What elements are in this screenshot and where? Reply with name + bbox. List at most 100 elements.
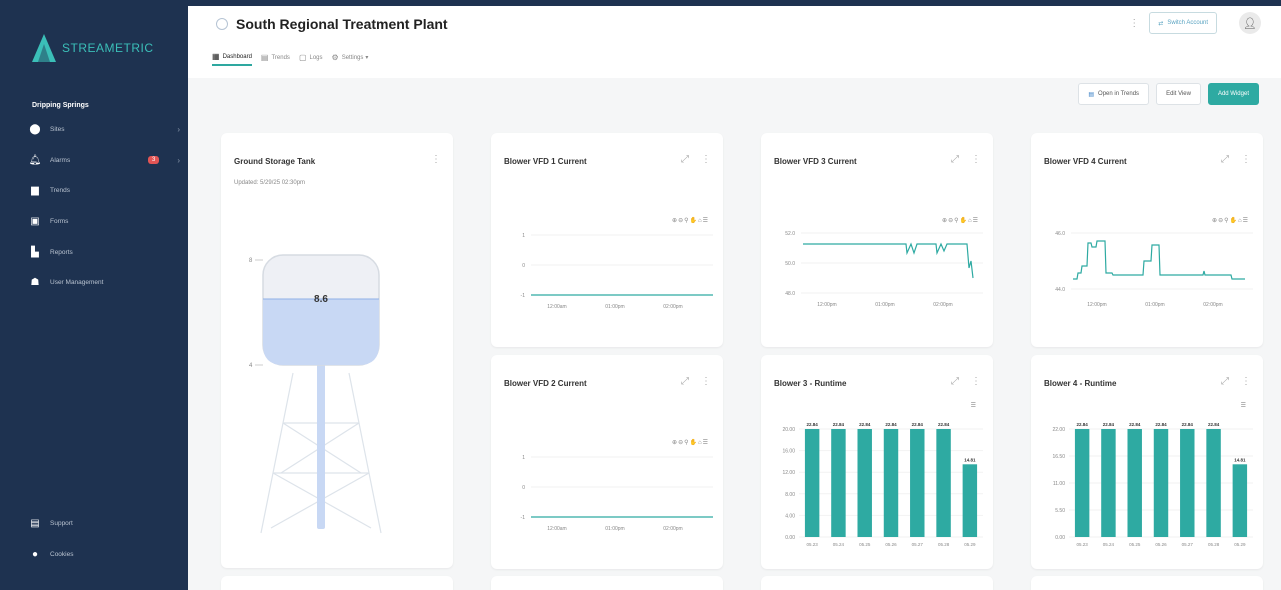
y-tick: 16.50	[1052, 454, 1065, 460]
more-menu-icon[interactable]: ⋮	[1129, 18, 1139, 29]
bar[interactable]	[1153, 429, 1169, 537]
sidebar-item-support[interactable]: ▤ Support	[30, 516, 180, 531]
widget-blower-3-runtime: Blower 3 - Runtime ⤢ ⋮ ☰ 20.00 16.00 12.00…	[761, 355, 993, 569]
y-tick: 22.00	[1052, 427, 1065, 433]
sidebar-item-alarms[interactable]: 🔔︎ Alarms 3 ›	[29, 153, 180, 168]
expand-icon[interactable]: ⤢	[681, 376, 689, 387]
tab-label: Settings	[341, 54, 364, 61]
expand-icon[interactable]: ⤢	[1221, 376, 1229, 387]
tank-level-value: 8.6	[314, 294, 328, 305]
bar[interactable]	[962, 464, 978, 537]
tab-trends[interactable]: ▤ Trends	[261, 52, 290, 66]
bar[interactable]	[1074, 429, 1090, 537]
y-tick: 8.00	[785, 492, 795, 498]
chevron-right-icon: ›	[177, 125, 180, 134]
y-tick: 5.50	[1055, 508, 1065, 514]
x-tick: 02:00pm	[1203, 302, 1222, 308]
alarm-count-badge: 3	[147, 156, 160, 165]
more-menu-icon[interactable]: ⋮	[1241, 154, 1251, 165]
trends-icon: ▤	[1088, 91, 1095, 98]
x-tick: 01:00pm	[875, 302, 894, 308]
sidebar-item-forms[interactable]: ▣ Forms	[30, 214, 180, 229]
bar[interactable]	[1232, 464, 1248, 537]
chart-menu-icon[interactable]: ☰	[1241, 402, 1247, 409]
more-menu-icon[interactable]: ⋮	[1241, 376, 1251, 387]
expand-icon[interactable]: ⤢	[681, 154, 689, 165]
more-menu-icon[interactable]: ⋮	[701, 376, 711, 387]
y-tick: 4.00	[785, 513, 795, 519]
x-tick: 01:00pm	[1145, 302, 1164, 308]
page-title: South Regional Treatment Plant	[216, 16, 448, 32]
header: South Regional Treatment Plant ▦ Dashboa…	[188, 6, 1281, 78]
sidebar-item-label: User Management	[50, 279, 104, 287]
edit-view-button[interactable]: Edit View	[1156, 83, 1201, 105]
blower-3-bar-chart: 20.00 16.00 12.00 8.00 4.00 0.00 22.84 05.23 22.…	[782, 422, 983, 547]
y-tick: 0.00	[785, 535, 795, 541]
edit-view-label: Edit View	[1166, 91, 1191, 97]
sidebar-item-trends[interactable]: ▆ Trends	[30, 183, 180, 198]
logo[interactable]: STREAMETRIC	[30, 32, 154, 64]
widget-menu: ⤢ ⋮	[939, 376, 981, 387]
sidebar-item-sites[interactable]: ⬤ Sites ›	[29, 122, 180, 137]
bar[interactable]	[1206, 429, 1221, 537]
bar-value-label: 22.84	[833, 422, 845, 427]
bar[interactable]	[936, 429, 951, 537]
expand-icon[interactable]: ⤢	[951, 154, 959, 165]
bar[interactable]	[804, 429, 820, 537]
bar[interactable]	[910, 429, 925, 537]
widget-partial	[761, 576, 993, 590]
x-tick: 12:00am	[547, 304, 566, 310]
switch-account-button[interactable]: ⇄ Switch Account	[1149, 12, 1217, 34]
add-widget-button[interactable]: Add Widget	[1207, 83, 1259, 105]
dashboard-icon: ▦	[212, 52, 220, 61]
chart-menu-icon[interactable]: ☰	[971, 402, 977, 409]
widget-blower-vfd-4-current: Blower VFD 4 Current ⤢ ⋮ ⊕⊖⚲✋⌂☰ 46.0 44.…	[1031, 133, 1263, 347]
more-menu-icon[interactable]: ⋮	[971, 376, 981, 387]
sidebar-item-cookies[interactable]: ● Cookies	[30, 547, 180, 562]
bar[interactable]	[1101, 429, 1116, 537]
y-tick: 0.00	[1055, 535, 1065, 541]
x-tick: 02:00pm	[933, 302, 952, 308]
bar[interactable]	[883, 429, 899, 537]
open-in-trends-button[interactable]: ▤ Open in Trends	[1078, 83, 1150, 105]
y-tick: 11.00	[1053, 481, 1065, 487]
widget-partial	[221, 576, 453, 590]
avatar[interactable]: 👤︎	[1239, 12, 1261, 34]
expand-icon[interactable]: ⤢	[1221, 154, 1229, 165]
bar-value-label: 14.81	[964, 457, 976, 462]
x-tick: 02:00pm	[663, 304, 682, 310]
sidebar-item-reports[interactable]: ▙ Reports	[30, 245, 180, 260]
logs-icon: ▢	[298, 53, 307, 62]
x-tick: 12:00pm	[817, 302, 836, 308]
tab-settings[interactable]: ⚙ Settings ▾	[332, 52, 369, 66]
more-menu-icon[interactable]: ⋮	[431, 154, 441, 165]
widget-title: Blower 4 - Runtime	[1044, 379, 1117, 388]
x-tick: 05.23	[807, 542, 819, 547]
sidebar-item-label: Trends	[50, 187, 70, 195]
y-tick: 0	[522, 263, 525, 269]
sidebar-item-user-management[interactable]: ☗ User Management	[30, 275, 180, 290]
header-actions: ⋮ ⇄ Switch Account 👤︎	[1129, 12, 1261, 34]
more-menu-icon[interactable]: ⋮	[701, 154, 711, 165]
expand-icon[interactable]: ⤢	[951, 376, 959, 387]
tab-logs[interactable]: ▢ Logs	[299, 52, 323, 66]
tank-fill-level	[263, 299, 379, 365]
widget-blower-vfd-2-current: Blower VFD 2 Current ⤢ ⋮ ⊕⊖⚲✋⌂☰ 1 0 -1 12:0…	[491, 355, 723, 569]
sidebar-item-label: Forms	[50, 218, 69, 226]
bar[interactable]	[1180, 429, 1195, 537]
tab-dashboard[interactable]: ▦ Dashboard	[212, 52, 252, 66]
more-menu-icon[interactable]: ⋮	[971, 154, 981, 165]
tank-pipe	[317, 361, 325, 529]
blower-4-bar-chart: 22.00 16.50 11.00 5.50 0.00 22.84 05.23 22.84 05…	[1052, 422, 1253, 547]
bar[interactable]	[857, 429, 872, 537]
widget-title: Blower VFD 2 Current	[504, 379, 587, 388]
x-tick: 05.23	[1077, 542, 1089, 547]
tank-graphic: 8 4 8.6	[249, 254, 382, 534]
widget-partial	[491, 576, 723, 590]
x-tick: 05.25	[1129, 542, 1141, 547]
bar[interactable]	[831, 429, 846, 537]
bar[interactable]	[1127, 429, 1142, 537]
widget-title: Blower VFD 4 Current	[1044, 157, 1127, 166]
y-tick: 44.0	[1055, 287, 1065, 293]
widget-menu: ⤢ ⋮	[1209, 154, 1251, 165]
